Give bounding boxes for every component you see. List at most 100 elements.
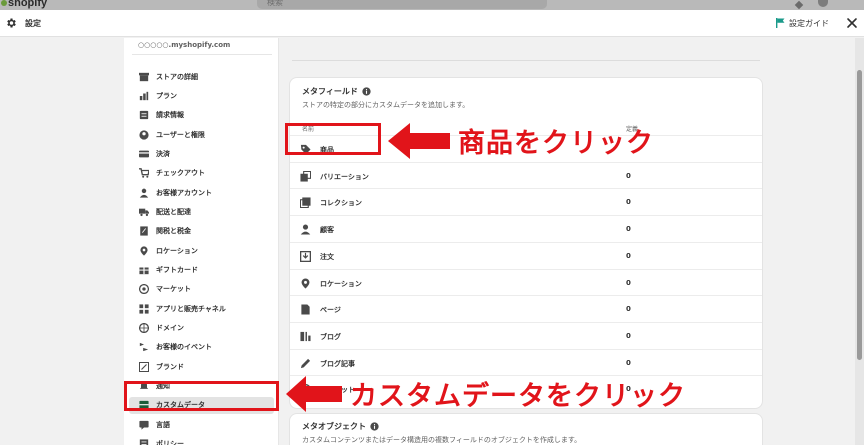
admin-avatar[interactable] — [818, 0, 828, 7]
sidebar-item-label: ブランド — [156, 362, 184, 371]
collection-icon — [300, 197, 311, 209]
sidebar-item-7[interactable]: 配送と配達 — [129, 203, 274, 220]
metafield-row-label: 顧客 — [320, 226, 334, 235]
brand-icon — [139, 361, 149, 372]
metafield-row-count: 0 — [626, 358, 631, 367]
page-icon — [301, 304, 310, 315]
sidebar-item-9[interactable]: ロケーション — [129, 242, 274, 259]
sidebar-item-11[interactable]: マーケット — [129, 281, 274, 298]
sidebar-item-6[interactable]: お客様アカウント — [129, 184, 274, 201]
metafield-row-label: バリエーション — [320, 172, 369, 181]
shopify-logo-icon — [1, 0, 7, 6]
product-callout: 商品をクリック — [388, 121, 654, 160]
sidebar-item-3[interactable]: ユーザーと権限 — [129, 126, 274, 143]
product-highlight-box — [285, 123, 381, 155]
metafield-row[interactable]: ブログ記事 0 — [290, 348, 762, 375]
custom-data-callout: カスタムデータをクリック — [286, 374, 686, 413]
scrollbar-thumb[interactable] — [857, 70, 862, 360]
sidebar-item-label: アプリと販売チャネル — [156, 304, 226, 313]
admin-topbar: shopify 検索 — [0, 0, 864, 10]
metaobjects-card: メタオブジェクト カスタムコンテンツまたはデータ構造用の複数フィールドのオブジェ… — [290, 414, 762, 445]
sidebar-item-12[interactable]: アプリと販売チャネル — [129, 300, 274, 317]
metafield-row[interactable]: ロケーション 0 — [290, 268, 762, 295]
sidebar-item-5[interactable]: チェックアウト — [129, 165, 274, 182]
sidebar-item-label: マーケット — [156, 285, 191, 294]
content-divider — [292, 60, 760, 61]
sidebar-item-18[interactable]: 言語 — [129, 416, 274, 433]
sidebar-item-4[interactable]: 決済 — [129, 145, 274, 162]
gear-icon — [7, 18, 16, 28]
metafield-row-label: ブログ — [320, 332, 341, 341]
setup-guide-button[interactable]: 設定ガイド — [776, 17, 829, 29]
policy-icon — [139, 439, 149, 445]
person-icon — [139, 188, 149, 198]
sidebar-item-label: ユーザーと権限 — [156, 130, 205, 139]
metafield-row-label: ブログ記事 — [320, 359, 355, 368]
user-circle-icon — [139, 129, 149, 140]
brand-name: shopify — [8, 0, 48, 9]
metafield-row-count: 0 — [626, 331, 631, 340]
metafield-row-label: ロケーション — [320, 279, 362, 288]
metafields-title: メタフィールド — [302, 87, 358, 96]
location-pin-icon — [301, 277, 310, 289]
metafield-row[interactable]: 顧客 0 — [290, 215, 762, 241]
left-arrow-icon — [388, 122, 450, 159]
metafield-row[interactable]: バリエーション 0 — [290, 161, 762, 188]
metafield-row-count: 0 — [626, 225, 631, 234]
tax-icon — [140, 226, 148, 236]
sidebar-item-15[interactable]: ブランド — [129, 358, 274, 375]
info-icon[interactable] — [370, 422, 379, 431]
variants-icon — [300, 170, 311, 182]
payments-icon — [139, 150, 149, 158]
flag-icon — [776, 18, 785, 28]
admin-search-bar[interactable]: 検索 — [257, 0, 547, 9]
metafield-row-count: 0 — [626, 198, 631, 207]
metaobjects-subtitle: カスタムコンテンツまたはデータ構造用の複数フィールドのオブジェクトを作成します。 — [302, 436, 582, 444]
admin-notification-icon[interactable] — [794, 0, 804, 10]
order-icon — [300, 250, 311, 262]
sidebar-item-13[interactable]: ドメイン — [129, 320, 274, 337]
metafield-row-count: 0 — [626, 305, 631, 314]
store-icon — [139, 72, 149, 81]
admin-search-placeholder: 検索 — [267, 0, 283, 7]
metafield-row-count: 0 — [626, 171, 631, 180]
store-url: ○○○○○.myshopify.com — [138, 41, 231, 49]
metafield-row-count: 0 — [626, 278, 631, 287]
metafield-row[interactable]: ページ 0 — [290, 295, 762, 321]
sidebar-item-label: ポリシー — [156, 440, 184, 445]
sidebar-item-label: 言語 — [156, 420, 170, 429]
sidebar-item-1[interactable]: プラン — [129, 87, 274, 104]
billing-icon — [139, 111, 149, 120]
metafield-row-label: コレクション — [320, 199, 362, 208]
sidebar-item-14[interactable]: お客様のイベント — [129, 339, 274, 356]
custom-data-callout-text: カスタムデータをクリック — [350, 381, 686, 412]
sidebar-item-label: チェックアウト — [156, 169, 205, 178]
domain-globe-icon — [139, 323, 149, 334]
info-icon[interactable] — [362, 87, 371, 96]
metaobjects-heading: メタオブジェクト — [302, 421, 379, 432]
globe-icon — [139, 284, 149, 295]
settings-title: 設定 — [25, 19, 41, 28]
setup-guide-label: 設定ガイド — [789, 18, 829, 28]
pencil-icon — [300, 358, 311, 368]
sidebar-item-0[interactable]: ストアの詳細 — [129, 68, 274, 85]
sidebar-item-label: 関税と税金 — [156, 227, 191, 236]
plan-icon — [139, 91, 149, 101]
metafield-row[interactable]: ブログ 0 — [290, 321, 762, 348]
cart-icon — [139, 168, 149, 178]
sidebar-item-10[interactable]: ギフトカード — [129, 262, 274, 279]
sidebar-item-19[interactable]: ポリシー — [129, 436, 274, 445]
metafields-heading: メタフィールド — [302, 86, 371, 97]
sidebar-item-label: お客様のイベント — [156, 343, 212, 352]
sidebar-item-8[interactable]: 関税と税金 — [129, 223, 274, 240]
metafield-row[interactable]: 注文 0 — [290, 241, 762, 268]
metafield-row[interactable]: コレクション 0 — [290, 188, 762, 214]
sidebar-item-label: プラン — [156, 91, 177, 100]
language-icon — [139, 420, 149, 430]
customer-icon — [300, 224, 311, 235]
sidebar-item-2[interactable]: 請求情報 — [129, 107, 274, 124]
blog-icon — [300, 331, 311, 341]
close-icon[interactable] — [845, 16, 859, 30]
truck-icon — [139, 208, 149, 217]
metafield-row-label: ページ — [320, 306, 341, 315]
